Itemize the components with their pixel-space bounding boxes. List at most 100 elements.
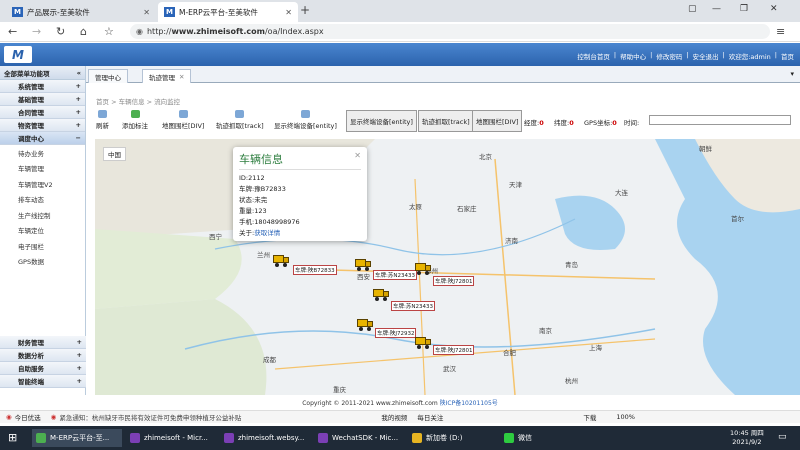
track-button[interactable]: 轨迹抓取[track] [418, 110, 474, 132]
tab-management-center[interactable]: 管理中心 [88, 69, 128, 83]
url-host: www.zhimeisoft.com [171, 27, 265, 36]
task-vs3[interactable]: WechatSDK - Mic... [314, 429, 404, 447]
vehicle-plate-label[interactable]: 车牌:苏N23433 [373, 270, 417, 280]
task-vs1[interactable]: zhimeisoft - Micr... [126, 429, 216, 447]
daily-follow[interactable]: 每日关注 [417, 412, 443, 422]
truck-icon[interactable] [415, 337, 431, 349]
download-button[interactable]: 下载 [583, 412, 596, 422]
toolbar: 刷新 添加标注 地图围栏[DIV] 轨迹抓取[track] 显示终端设备[ent… [94, 110, 794, 134]
link-logout[interactable]: 安全退出 [693, 51, 719, 61]
sidebar-group-analysis[interactable]: 数据分析 + [0, 349, 86, 362]
browser-tab-products[interactable]: M 产品展示-至美软件 ✕ [6, 2, 156, 22]
sidebar-item-fence[interactable]: 电子围栏 [0, 238, 85, 254]
vehicle-plate-label[interactable]: 车牌:陕J72801 [433, 345, 475, 355]
window-close-button[interactable]: ✕ [770, 4, 778, 14]
url-input[interactable]: ◉ http://www.zhimeisoft.com/oa/Index.asp… [130, 24, 770, 39]
truck-icon[interactable] [355, 259, 371, 271]
truck-icon[interactable] [357, 319, 373, 331]
link-console[interactable]: 控制台首页 [577, 51, 610, 61]
task-vs2[interactable]: zhimeisoft.websy... [220, 429, 310, 447]
profile-icon[interactable]: ▢ [688, 4, 697, 14]
details-link[interactable]: 获取详情 [254, 229, 280, 237]
sidebar-item-gps[interactable]: GPS数据 [0, 254, 85, 270]
clock[interactable]: 10:45 周四 2021/9/2 [730, 429, 764, 447]
sidebar-group-basic[interactable]: 基础管理 + [0, 93, 85, 106]
sidebar-item-schedule[interactable]: 排车动态 [0, 192, 85, 208]
track-capture-button[interactable]: 轨迹抓取[track] [216, 110, 264, 130]
close-icon[interactable]: ✕ [354, 151, 361, 160]
link-help[interactable]: 帮助中心 [620, 51, 646, 61]
vehicle-plate-label[interactable]: 车牌:陕B72833 [293, 265, 337, 275]
vehicle-plate-label[interactable]: 车牌:陕J72932 [375, 328, 417, 338]
star-icon[interactable]: ☆ [104, 25, 114, 38]
vehicle-plate-label[interactable]: 车牌:苏N23433 [391, 301, 435, 311]
refresh-button[interactable]: 刷新 [96, 110, 109, 130]
sidebar-group-selfservice[interactable]: 自助服务 + [0, 362, 86, 375]
sidebar-group-system[interactable]: 系统管理 + [0, 80, 85, 93]
city-label: 太原 [409, 203, 422, 211]
reload-icon[interactable]: ↻ [56, 25, 65, 38]
new-tab-button[interactable]: + [300, 3, 310, 17]
link-change-password[interactable]: 修改密码 [656, 51, 682, 61]
plus-icon: + [75, 121, 81, 129]
truck-icon[interactable] [415, 263, 431, 275]
region-button[interactable]: 中国 [103, 147, 126, 161]
windows-start-icon[interactable]: ⊞ [8, 431, 17, 444]
about-label: 关于: [239, 229, 255, 237]
sidebar-group-finance[interactable]: 财务管理 + [0, 336, 86, 349]
tool-label: 地图围栏[DIV] [162, 122, 205, 130]
browser-tab-erp[interactable]: M M-ERP云平台-至美软件 ✕ [158, 2, 298, 22]
notification-icon[interactable]: ▭ [778, 432, 787, 442]
forward-icon[interactable]: → [32, 25, 41, 38]
vehicle-plate-label[interactable]: 车牌:陕J72801 [433, 276, 475, 286]
minimize-button[interactable]: — [712, 4, 721, 14]
show-entity-button[interactable]: 显示终端设备[entity] [274, 110, 337, 130]
lock-icon: ◉ [136, 27, 143, 36]
task-explorer[interactable]: 新加卷 (D:) [408, 429, 488, 447]
tab-track-management[interactable]: 轨迹管理 ✕ [142, 69, 192, 83]
sidebar-group-terminal[interactable]: 智能终端 + [0, 375, 86, 388]
sidebar-title: 全部菜单功能项 [4, 69, 50, 78]
close-icon[interactable]: ✕ [143, 8, 150, 17]
task-wechat[interactable]: 微信 [500, 429, 560, 447]
home-icon[interactable]: ⌂ [80, 25, 87, 38]
chevron-down-icon[interactable]: ▾ [790, 70, 794, 78]
sidebar-item-production[interactable]: 生产线控制 [0, 207, 85, 223]
add-marker-button[interactable]: 添加标注 [122, 110, 148, 130]
urgent-notice[interactable]: 紧急通知：杭州缺牙市民将有效证件可免费申领种植牙公益补贴 [59, 412, 241, 422]
today-picks[interactable]: 今日优选 [15, 412, 41, 422]
tab-label: 轨迹管理 [149, 73, 175, 82]
menu-icon[interactable]: ≡ [776, 25, 785, 38]
fence-button[interactable]: 地图围栏[DIV] [472, 110, 523, 132]
truck-icon[interactable] [373, 289, 389, 301]
coord-label: GPS坐标:0 [584, 117, 617, 127]
city-label: 重庆 [333, 386, 346, 394]
sidebar-item-todo[interactable]: 待办业务 [0, 145, 85, 161]
fence-div-button[interactable]: 地图围栏[DIV] [162, 110, 204, 130]
city-label: 朝鲜 [699, 145, 712, 153]
sidebar-group-contract[interactable]: 合同管理 + [0, 106, 85, 119]
page-footer: Copyright © 2011-2021 www.zhimeisoft.com… [0, 398, 800, 410]
maximize-button[interactable]: ❐ [740, 4, 748, 14]
icp-link[interactable]: 陕ICP备10201105号 [440, 400, 498, 407]
plus-icon: + [75, 95, 81, 103]
time-input[interactable] [649, 115, 791, 125]
close-icon[interactable]: ✕ [179, 73, 184, 81]
sidebar-item-vehicles[interactable]: 车辆管理 [0, 161, 85, 177]
zoom-level[interactable]: 100% [616, 413, 635, 421]
sidebar-group-dispatch[interactable]: 调度中心 − [0, 132, 85, 145]
close-icon[interactable]: ✕ [285, 8, 292, 17]
back-icon[interactable]: ← [8, 25, 17, 38]
task-erp[interactable]: M-ERP云平台-至... [32, 429, 122, 447]
my-video[interactable]: 我的视频 [381, 412, 407, 422]
sidebar-item-vehicles-v2[interactable]: 车辆管理V2 [0, 176, 85, 192]
link-home[interactable]: 首页 [781, 51, 794, 61]
collapse-icon[interactable]: « [77, 69, 81, 77]
address-bar: ← → ↻ ⌂ ☆ ◉ http://www.zhimeisoft.com/oa… [0, 22, 800, 42]
entity-button[interactable]: 显示终端设备[entity] [346, 110, 417, 132]
tool-label: 添加标注 [122, 122, 148, 130]
map[interactable]: 中国 北京 天津 石家庄 太原 济南 郑州 西安 西宁 兰州 成都 重庆 武汉 … [95, 139, 800, 395]
sidebar-group-material[interactable]: 物资管理 + [0, 119, 85, 132]
truck-icon[interactable] [273, 255, 289, 267]
sidebar-item-locate[interactable]: 车辆定位 [0, 223, 85, 239]
